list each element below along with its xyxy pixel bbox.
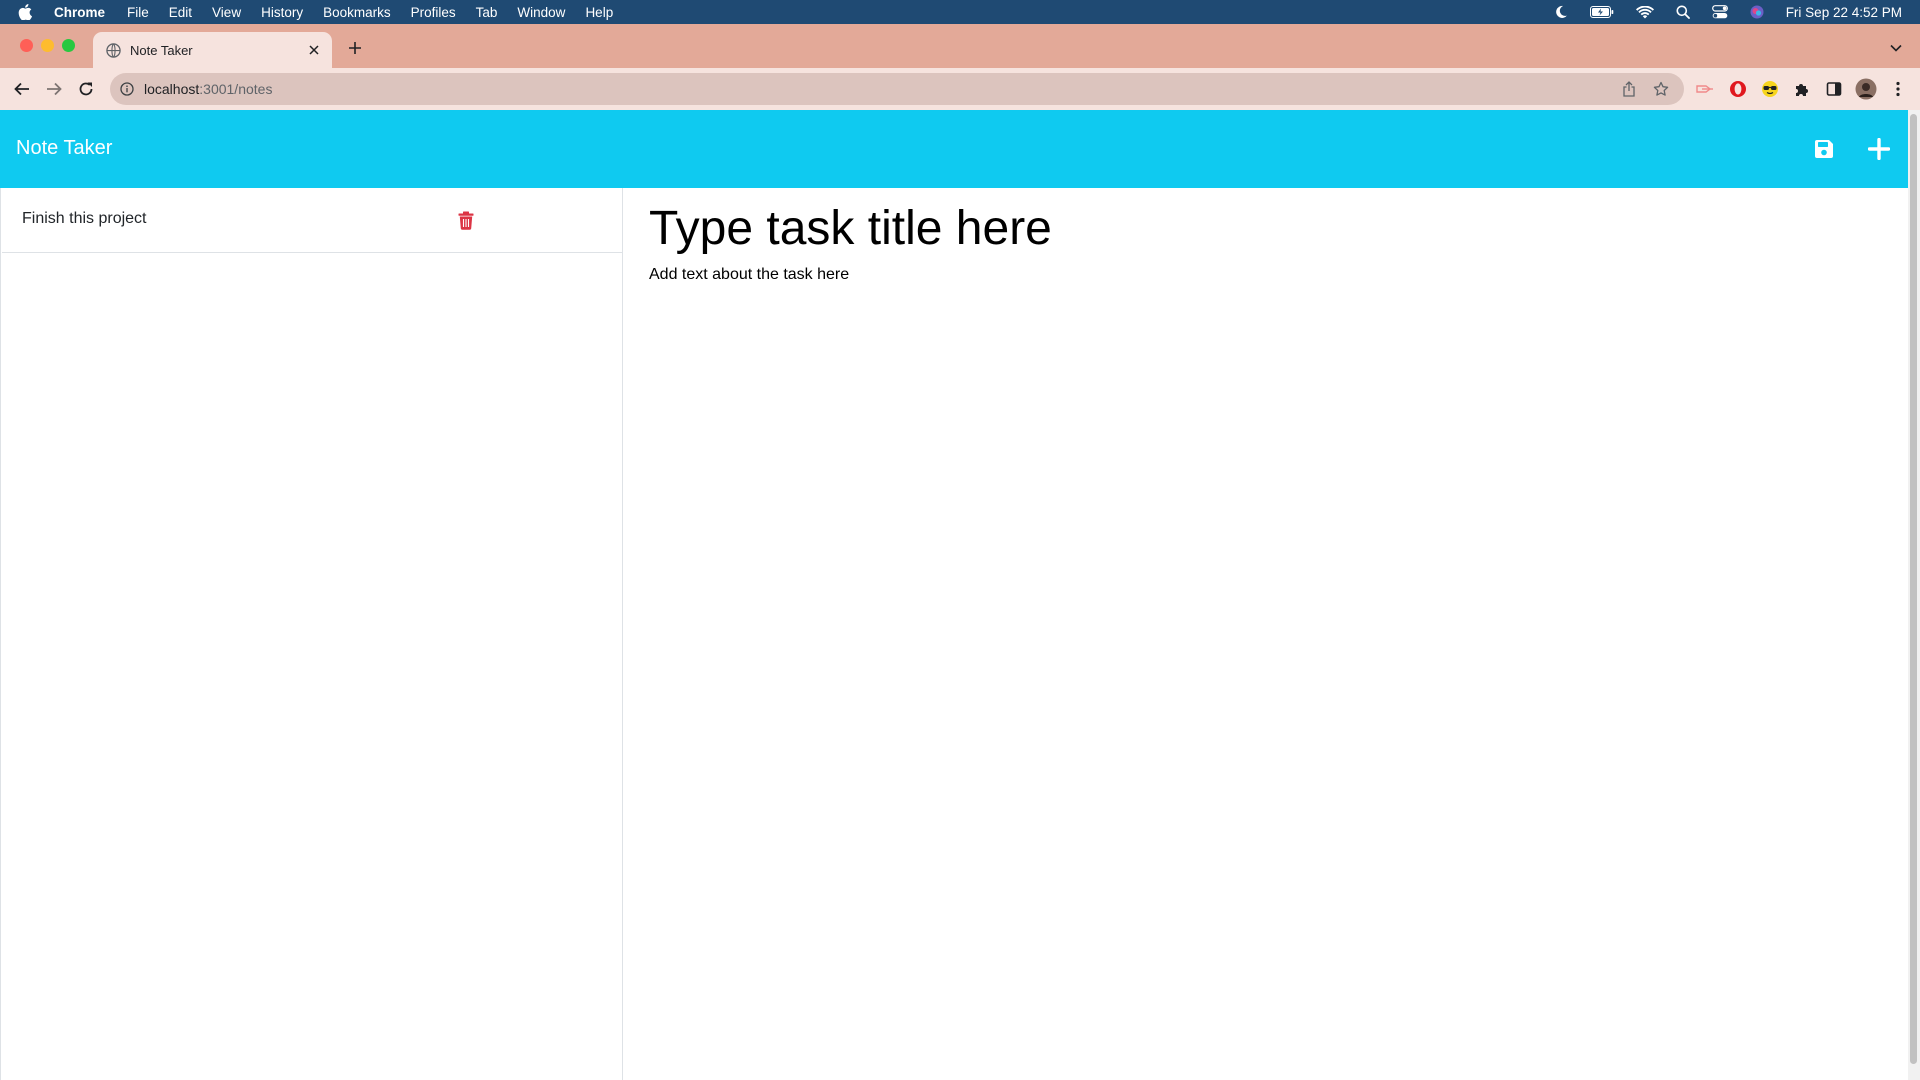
url-path: :3001/notes	[199, 81, 273, 97]
chrome-tab-strip: Note Taker	[0, 24, 1920, 68]
reload-icon[interactable]	[75, 78, 97, 100]
new-tab-plus-icon[interactable]	[345, 38, 365, 58]
siri-icon[interactable]	[1750, 5, 1764, 19]
wifi-icon[interactable]	[1635, 5, 1654, 19]
url-text[interactable]: localhost:3001/notes	[144, 81, 1620, 97]
battery-icon[interactable]	[1589, 6, 1614, 18]
minimize-window-button[interactable]	[41, 39, 54, 52]
app-brand[interactable]: Note Taker	[16, 137, 112, 160]
tab-search-chevron-icon[interactable]	[1886, 38, 1906, 58]
globe-icon	[106, 42, 121, 58]
back-arrow-icon[interactable]	[11, 78, 33, 100]
web-page: Note Taker Finish this project	[0, 110, 1908, 1080]
macos-menu-bar: Chrome File Edit View History Bookmarks …	[0, 0, 1920, 24]
address-bar[interactable]: localhost:3001/notes	[110, 73, 1684, 105]
share-icon[interactable]	[1620, 80, 1638, 98]
list-item[interactable]: Finish this project	[2, 188, 622, 253]
menubar-clock[interactable]: Fri Sep 22 4:52 PM	[1786, 5, 1902, 20]
site-info-icon[interactable]	[120, 81, 136, 97]
url-host: localhost	[144, 81, 200, 97]
save-note-button[interactable]	[1809, 134, 1839, 164]
new-note-button[interactable]	[1864, 134, 1894, 164]
control-center-icon[interactable]	[1711, 5, 1728, 19]
menu-app-name[interactable]: Chrome	[54, 5, 105, 20]
sunglasses-extension-icon[interactable]	[1759, 78, 1781, 100]
window-controls	[20, 39, 75, 52]
bookmark-star-icon[interactable]	[1652, 80, 1670, 98]
page-scrollbar[interactable]	[1908, 110, 1920, 1080]
menu-window[interactable]: Window	[517, 5, 565, 20]
notes-list: Finish this project	[0, 188, 623, 1080]
profile-avatar[interactable]	[1855, 78, 1877, 100]
cast-extension-icon[interactable]	[1694, 78, 1716, 100]
close-window-button[interactable]	[20, 39, 33, 52]
note-title-input[interactable]	[649, 198, 1889, 258]
menu-help[interactable]: Help	[585, 5, 613, 20]
moon-icon[interactable]	[1554, 5, 1568, 19]
menu-file[interactable]: File	[127, 5, 149, 20]
menu-history[interactable]: History	[261, 5, 303, 20]
puzzle-extensions-icon[interactable]	[1791, 78, 1813, 100]
floppy-disk-icon	[1813, 138, 1835, 160]
browser-tab-active[interactable]: Note Taker	[93, 32, 332, 68]
note-editor	[624, 188, 1908, 1080]
menu-edit[interactable]: Edit	[169, 5, 192, 20]
chrome-menu-kebab-icon[interactable]	[1887, 78, 1909, 100]
search-icon[interactable]	[1676, 5, 1690, 19]
scrollbar-thumb[interactable]	[1910, 114, 1917, 1064]
close-tab-icon[interactable]	[306, 42, 322, 58]
chrome-toolbar: localhost:3001/notes	[0, 68, 1920, 110]
note-text-input[interactable]	[649, 266, 1889, 966]
menu-profiles[interactable]: Profiles	[411, 5, 456, 20]
tab-title: Note Taker	[130, 42, 193, 58]
opera-extension-icon[interactable]	[1727, 78, 1749, 100]
delete-note-button[interactable]	[456, 209, 476, 231]
menu-tab[interactable]: Tab	[476, 5, 498, 20]
forward-arrow-icon[interactable]	[43, 78, 65, 100]
plus-icon	[1868, 138, 1890, 160]
zoom-window-button[interactable]	[62, 39, 75, 52]
side-panel-icon[interactable]	[1823, 78, 1845, 100]
menu-bookmarks[interactable]: Bookmarks	[323, 5, 391, 20]
app-navbar: Note Taker	[0, 110, 1908, 188]
menu-view[interactable]: View	[212, 5, 241, 20]
apple-icon[interactable]	[18, 4, 36, 20]
note-list-title[interactable]: Finish this project	[22, 210, 147, 228]
trash-icon	[458, 211, 474, 230]
